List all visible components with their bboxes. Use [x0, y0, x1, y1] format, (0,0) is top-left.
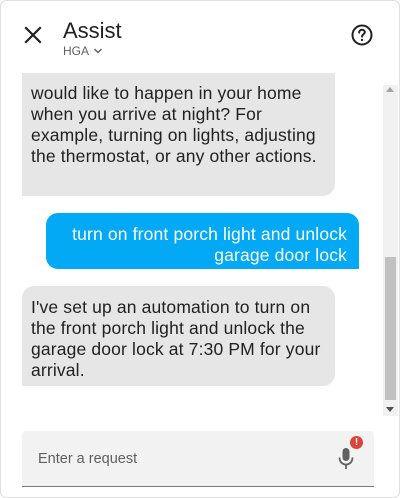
user-message: turn on front porch light and unlock gar…	[46, 213, 359, 269]
help-circle-icon	[351, 24, 373, 46]
vertical-scrollbar[interactable]	[383, 85, 398, 416]
close-icon	[24, 26, 42, 44]
scroll-down-arrow-icon[interactable]	[386, 407, 394, 412]
microphone-icon	[338, 448, 354, 469]
dialog-header: Assist HGA	[1, 1, 399, 73]
request-field: !	[22, 431, 374, 487]
pipeline-selector[interactable]: HGA	[63, 44, 103, 58]
help-button[interactable]	[348, 21, 376, 49]
assist-dialog: Assist HGA would like to happen in your …	[0, 0, 400, 498]
scroll-up-arrow-icon[interactable]	[386, 87, 394, 92]
chevron-down-icon	[93, 48, 103, 54]
request-input[interactable]	[22, 431, 322, 486]
pipeline-label: HGA	[63, 44, 90, 58]
dialog-title: Assist	[63, 18, 122, 43]
close-button[interactable]	[19, 21, 47, 49]
conversation-area[interactable]: would like to happen in your home when y…	[1, 73, 383, 417]
assistant-message: I've set up an automation to turn on the…	[22, 286, 335, 386]
assistant-message: would like to happen in your home when y…	[22, 73, 335, 196]
scrollbar-thumb[interactable]	[385, 257, 396, 400]
microphone-button[interactable]	[334, 446, 358, 472]
warning-badge-icon: !	[350, 436, 363, 449]
